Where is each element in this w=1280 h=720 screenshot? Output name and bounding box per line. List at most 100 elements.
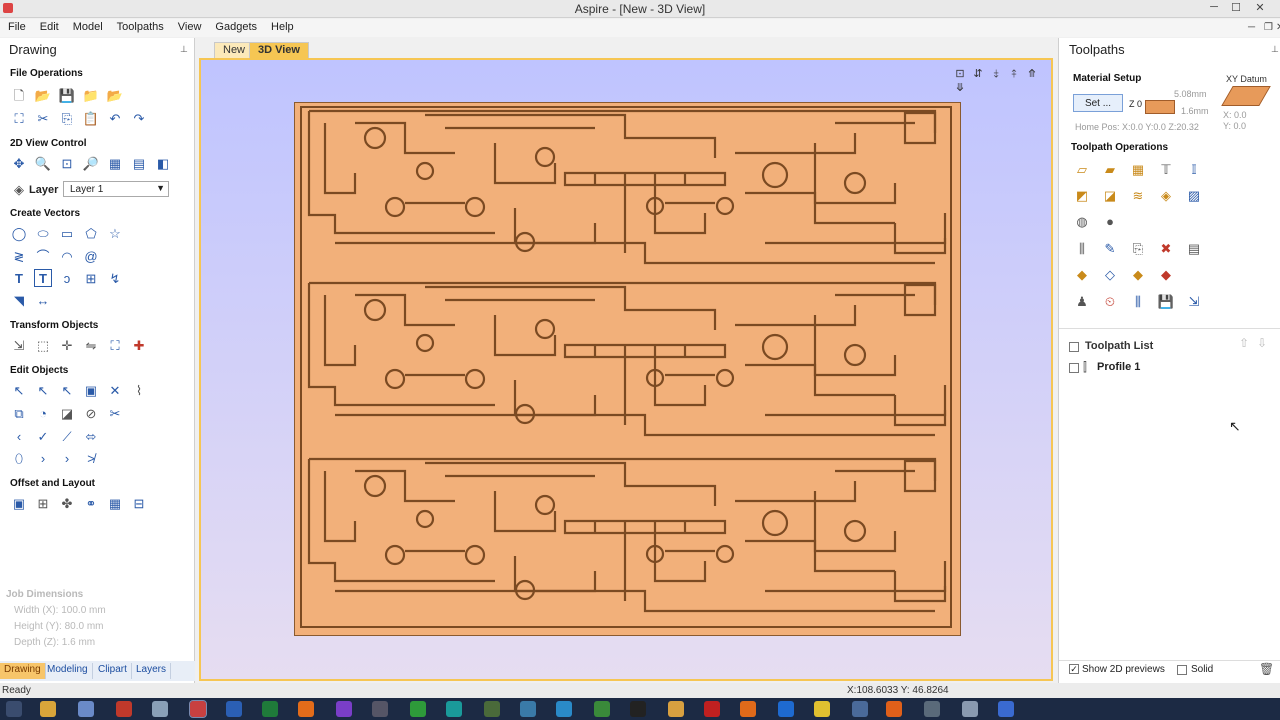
show-2d-checkbox[interactable]: ✓ — [1069, 664, 1079, 674]
merge-toolpath-icon[interactable]: ⇲ — [1185, 292, 1203, 310]
text-box-icon[interactable]: T — [34, 269, 52, 287]
taskbar-app-4-icon[interactable] — [298, 701, 314, 717]
taskbar-app-6-icon[interactable] — [410, 701, 426, 717]
star-icon[interactable]: ☆ — [106, 224, 124, 242]
taskbar-app-12-icon[interactable] — [668, 701, 684, 717]
toolpath-list-checkbox[interactable] — [1069, 342, 1079, 352]
vcarve-toolpath-icon[interactable]: 𝕋 — [1157, 160, 1175, 178]
taskbar-app-7-icon[interactable] — [484, 701, 500, 717]
new-file-icon[interactable]: 🗋 — [10, 86, 28, 104]
delete-toolpath-icon[interactable]: ✖ — [1157, 239, 1175, 257]
arc-icon[interactable]: ◠ — [58, 247, 76, 265]
nesting-icon[interactable]: ▦ — [106, 494, 124, 512]
ie-icon[interactable] — [778, 701, 794, 717]
center-icon[interactable]: ✚ — [130, 336, 148, 354]
material-set-button[interactable]: Set ... — [1073, 94, 1123, 112]
spiral-icon[interactable]: @ — [82, 247, 100, 265]
pan-icon[interactable]: ✥ — [10, 154, 28, 172]
solid-checkbox[interactable] — [1177, 665, 1187, 675]
dimension-icon[interactable]: ⊞ — [82, 269, 100, 287]
preview-selected-icon[interactable]: ◆ — [1129, 265, 1147, 283]
menu-file[interactable]: File — [0, 19, 32, 33]
ellipse-icon[interactable]: ⬭ — [34, 224, 52, 242]
layer-select[interactable]: Layer 1 ▼ — [63, 181, 169, 197]
tab-layers[interactable]: Layers — [132, 663, 172, 679]
grid-icon[interactable]: ▦ — [106, 154, 124, 172]
vlc-icon[interactable] — [740, 701, 756, 717]
scale-icon[interactable]: ⛶ — [106, 336, 124, 354]
move-icon[interactable]: ⇲ — [10, 336, 28, 354]
tab-3d-view[interactable]: 3D View — [249, 42, 309, 58]
open-vector-icon[interactable]: › — [58, 449, 76, 467]
taskbar-app-10-icon[interactable] — [594, 701, 610, 717]
trash-icon[interactable]: 🗑 — [1259, 662, 1274, 676]
zoom-selection-icon[interactable]: 🔎 — [82, 154, 100, 172]
view-left-icon[interactable]: ⤊ — [1023, 67, 1041, 80]
mirror-icon[interactable]: ⇋ — [82, 336, 100, 354]
pocket-toolpath-icon[interactable]: ▰ — [1101, 160, 1119, 178]
prism-toolpath-icon[interactable]: ◪ — [1101, 186, 1119, 204]
close-button[interactable]: ✕ — [1252, 1, 1268, 14]
rectangle-icon[interactable]: ▭ — [58, 224, 76, 242]
paste-icon[interactable]: 📋 — [82, 109, 100, 127]
copy-toolpath-icon[interactable]: ⎘ — [1129, 239, 1147, 257]
bitmap-trace-icon[interactable]: ↯ — [106, 269, 124, 287]
3d-viewport[interactable]: ⊡ ⇵ ⤈ ⤉ ⤊ ⤋ — [199, 58, 1053, 681]
xy-datum-icon[interactable] — [1221, 86, 1271, 106]
select-icon[interactable]: ↖ — [10, 381, 28, 399]
texture-toolpath-icon[interactable]: ▨ — [1185, 186, 1203, 204]
open-file-icon[interactable]: 📂 — [34, 86, 52, 104]
extend-icon[interactable]: ⟋ — [58, 427, 76, 445]
job-size-icon[interactable]: ⛶ — [10, 109, 28, 127]
copy-icon[interactable]: ⎘ — [58, 109, 76, 127]
menu-edit[interactable]: Edit — [32, 19, 65, 33]
toolpath-templates-icon[interactable]: ⫼ — [1129, 292, 1147, 310]
toolpath-item[interactable]: Profile 1 — [1097, 361, 1140, 373]
taskbar-app-2-icon[interactable] — [116, 701, 132, 717]
cut-icon[interactable]: ✂ — [34, 109, 52, 127]
taskbar-app-8-icon[interactable] — [520, 701, 536, 717]
zoom-icon[interactable]: 🔍 — [34, 154, 52, 172]
taskbar-app-13-icon[interactable] — [704, 701, 720, 717]
3d-finishing-icon[interactable]: ● — [1101, 212, 1119, 230]
subtract-icon[interactable]: ◔ — [34, 404, 52, 422]
arduino-icon[interactable] — [446, 701, 462, 717]
view-top-icon[interactable]: ⤈ — [987, 68, 1005, 81]
menu-model[interactable]: Model — [65, 19, 109, 33]
start-button[interactable] — [6, 701, 22, 717]
move-down-icon[interactable]: ⇩ — [1257, 336, 1267, 350]
redo-icon[interactable]: ↷ — [130, 109, 148, 127]
toolpaths-pin-icon[interactable]: ⊥ — [1271, 44, 1279, 55]
circle-icon[interactable]: ◯ — [10, 224, 28, 242]
zoom-extents-icon[interactable]: ⊡ — [58, 154, 76, 172]
minimize-button[interactable]: ─ — [1206, 1, 1222, 13]
view-iso-icon[interactable]: ⇵ — [969, 67, 987, 80]
group-icon[interactable]: ▣ — [82, 381, 100, 399]
fluting-toolpath-icon[interactable]: ◩ — [1073, 186, 1091, 204]
chamfer-icon[interactable]: ✓ — [34, 427, 52, 445]
size-icon[interactable]: ⬚ — [34, 336, 52, 354]
excel-icon[interactable] — [262, 701, 278, 717]
taskbar-app-16-icon[interactable] — [962, 701, 978, 717]
3d-roughing-icon[interactable]: ◍ — [1073, 212, 1091, 230]
node-edit-icon[interactable]: ◥ — [10, 291, 28, 309]
trim-icon[interactable]: ⌇ — [130, 381, 148, 399]
word-icon[interactable] — [226, 701, 242, 717]
text-icon[interactable]: T — [10, 269, 28, 287]
array-copy-icon[interactable]: ⊞ — [34, 494, 52, 512]
import-icon[interactable]: 📁 — [82, 86, 100, 104]
visual-studio-icon[interactable] — [336, 701, 352, 717]
node-select-icon[interactable]: ↖ — [34, 381, 52, 399]
firefox-icon[interactable] — [886, 701, 902, 717]
copy-along-icon[interactable]: ⚭ — [82, 494, 100, 512]
menu-toolpaths[interactable]: Toolpaths — [109, 19, 170, 33]
close-vector-icon[interactable]: › — [34, 449, 52, 467]
moulding-toolpath-icon[interactable]: ≋ — [1129, 186, 1147, 204]
profile-toolpath-icon[interactable]: ▱ — [1073, 160, 1091, 178]
undo-icon[interactable]: ↶ — [106, 109, 124, 127]
save-toolpath-icon[interactable]: 💾 — [1157, 292, 1175, 310]
engrave-toolpath-icon[interactable]: 𝕀 — [1185, 160, 1203, 178]
circular-array-icon[interactable]: ✤ — [58, 494, 76, 512]
tab-drawing[interactable]: Drawing — [0, 663, 46, 679]
import-bitmap-icon[interactable]: 📂 — [106, 86, 124, 104]
